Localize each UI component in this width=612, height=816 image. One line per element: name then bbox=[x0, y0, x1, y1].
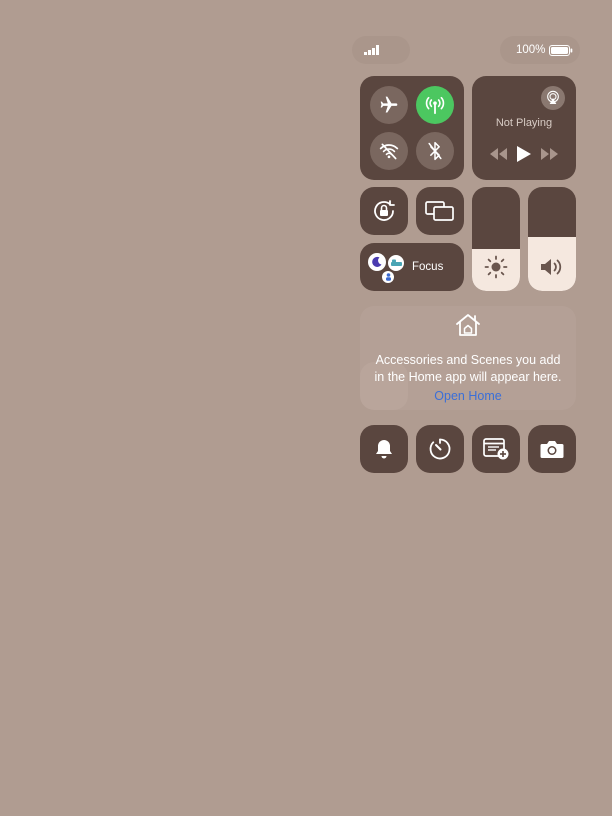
fast-forward-button[interactable] bbox=[540, 148, 560, 160]
airplane-icon bbox=[379, 95, 399, 115]
camera-icon bbox=[539, 438, 565, 460]
battery-icon bbox=[549, 45, 573, 56]
play-button[interactable] bbox=[517, 146, 531, 162]
play-icon bbox=[517, 146, 531, 162]
bluetooth-button[interactable] bbox=[416, 132, 454, 170]
rotation-lock-icon bbox=[371, 198, 397, 224]
volume-slider[interactable] bbox=[528, 187, 576, 291]
airplay-icon bbox=[545, 90, 561, 106]
wifi-off-icon bbox=[379, 142, 399, 160]
silent-mode-button[interactable] bbox=[360, 425, 408, 473]
quick-note-icon bbox=[482, 437, 510, 461]
airplane-mode-button[interactable] bbox=[370, 86, 408, 124]
timer-icon bbox=[428, 437, 452, 461]
screen-mirroring-button[interactable] bbox=[416, 187, 464, 235]
cellular-data-button[interactable] bbox=[416, 86, 454, 124]
home-icon bbox=[454, 312, 482, 338]
moon-icon bbox=[368, 253, 386, 271]
sun-icon bbox=[484, 255, 508, 279]
home-message-line-2: in the Home app will appear here. bbox=[374, 370, 562, 384]
quick-note-button[interactable] bbox=[472, 425, 520, 473]
fast-forward-icon bbox=[540, 148, 560, 160]
rotation-lock-button[interactable] bbox=[360, 187, 408, 235]
screen-mirroring-icon bbox=[425, 200, 455, 222]
person-focus-icon bbox=[382, 271, 394, 283]
cellular-data-icon bbox=[424, 95, 446, 115]
speaker-icon bbox=[539, 256, 565, 278]
rewind-button[interactable] bbox=[488, 148, 508, 160]
bluetooth-off-icon bbox=[426, 141, 444, 161]
signal-bars-icon bbox=[364, 45, 382, 55]
camera-button[interactable] bbox=[528, 425, 576, 473]
bed-icon bbox=[388, 255, 404, 271]
airplay-button[interactable] bbox=[541, 86, 565, 110]
home-message-line-1: Accessories and Scenes you add bbox=[375, 353, 561, 367]
focus-label: Focus bbox=[412, 261, 444, 273]
open-home-link[interactable]: Open Home bbox=[360, 389, 576, 403]
wifi-button[interactable] bbox=[370, 132, 408, 170]
brightness-slider[interactable] bbox=[472, 187, 520, 291]
now-playing-title: Not Playing bbox=[495, 117, 553, 129]
battery-percentage: 100% bbox=[516, 44, 546, 56]
bell-icon bbox=[374, 438, 394, 460]
timer-button[interactable] bbox=[416, 425, 464, 473]
rewind-icon bbox=[488, 148, 508, 160]
